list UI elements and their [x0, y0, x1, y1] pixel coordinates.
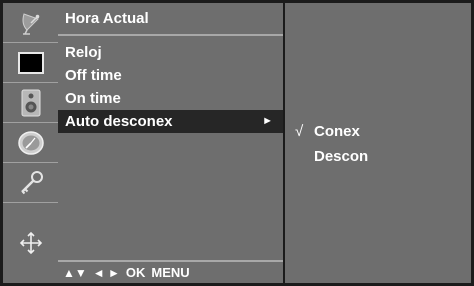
time-menu-panel: Hora Actual Reloj Off time On time Auto … [58, 3, 283, 283]
menu-hint: MENU [151, 265, 190, 280]
menu-item-auto-desconex[interactable]: Auto desconex ► [58, 110, 283, 133]
auto-desconex-submenu: √ Conex Descon [285, 3, 471, 283]
category-picture[interactable] [3, 43, 58, 83]
up-down-arrows-icon: ▲▼ [63, 265, 87, 280]
menu-item-off-time[interactable]: Off time [58, 64, 283, 87]
picture-icon [17, 51, 44, 74]
category-special[interactable] [3, 163, 58, 203]
submenu-option-label: Descon [314, 148, 369, 165]
category-sound[interactable] [3, 83, 58, 123]
category-setup[interactable] [3, 203, 58, 283]
satellite-dish-icon [22, 12, 39, 35]
key-icon [20, 170, 43, 194]
clock-icon [17, 130, 44, 155]
menu-item-label: On time [65, 90, 121, 107]
left-right-arrows-icon: ◄ ► [92, 265, 120, 280]
category-icon-column [3, 3, 58, 283]
submenu-arrow-icon: ► [262, 115, 273, 127]
submenu-option-label: Conex [314, 123, 360, 140]
menu-item-label: Auto desconex [65, 113, 173, 130]
tv-osd-screen: Hora Actual Reloj Off time On time Auto … [0, 0, 474, 286]
menu-item-on-time[interactable]: On time [58, 87, 283, 110]
check-mark-icon: √ [295, 123, 304, 140]
setup-arrows-icon [19, 231, 42, 255]
ok-hint: OK [125, 265, 146, 280]
submenu-list: √ Conex Descon [285, 119, 471, 169]
menu-item-label: Off time [65, 67, 122, 84]
submenu-option-descon[interactable]: Descon [285, 144, 471, 169]
navigation-hint-bar: ▲▼ ◄ ► OK MENU [58, 260, 283, 283]
speaker-icon [21, 89, 40, 116]
menu-title: Hora Actual [58, 3, 283, 36]
menu-item-reloj[interactable]: Reloj [58, 41, 283, 64]
category-time[interactable] [3, 123, 58, 163]
category-station[interactable] [3, 3, 58, 43]
menu-list: Reloj Off time On time Auto desconex ► [58, 41, 283, 133]
submenu-option-conex[interactable]: √ Conex [285, 119, 471, 144]
menu-item-label: Reloj [65, 44, 102, 61]
